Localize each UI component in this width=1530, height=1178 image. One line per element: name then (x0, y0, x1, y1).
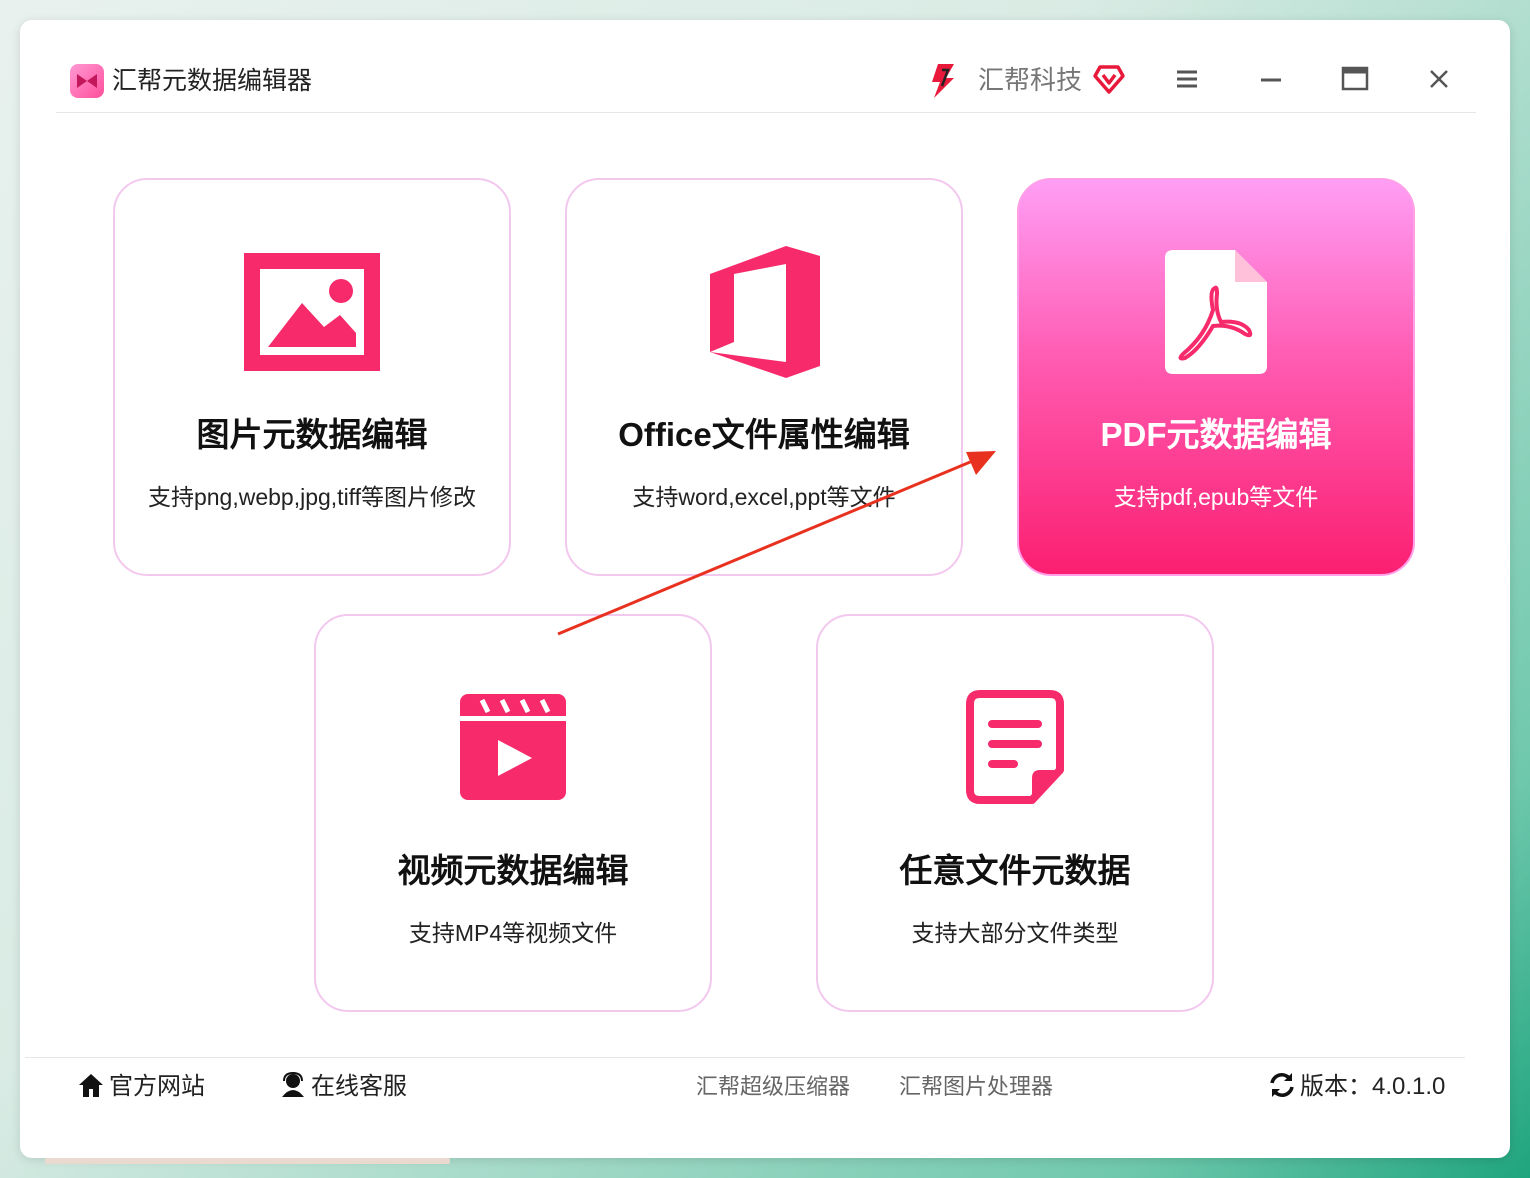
home-icon (79, 1074, 103, 1097)
image-processor-link[interactable]: 汇帮图片处理器 (899, 1070, 1053, 1104)
refresh-icon (1270, 1073, 1294, 1097)
super-compressor-link[interactable]: 汇帮超级压缩器 (696, 1070, 850, 1104)
card-subtitle: 支持word,excel,ppt等文件 (632, 484, 896, 510)
official-website-link[interactable]: 官方网站 (77, 1070, 205, 1104)
video-icon (460, 694, 566, 800)
close-icon (1430, 70, 1448, 88)
image-icon (244, 253, 380, 371)
card-subtitle: 支持大部分文件类型 (911, 920, 1119, 946)
maximize-icon (1341, 66, 1369, 91)
brand-name: 汇帮科技 (978, 65, 1083, 95)
card-title: PDF元数据编辑 (1100, 416, 1332, 453)
maximize-button[interactable] (1340, 64, 1370, 94)
footer-bar: 官方网站 在线客服 汇帮超级压缩器 汇帮图片处理器 版本：4.0.1.0 (25, 1057, 1465, 1116)
document-icon (966, 690, 1064, 804)
support-label: 在线客服 (311, 1073, 407, 1100)
card-title: 视频元数据编辑 (397, 852, 629, 889)
card-subtitle: 支持png,webp,jpg,tiff等图片修改 (147, 484, 477, 510)
close-button[interactable] (1424, 64, 1454, 94)
app-title: 汇帮元数据编辑器 (112, 67, 313, 95)
card-title: 任意文件元数据 (899, 852, 1131, 889)
card-pdf-metadata[interactable]: PDF元数据编辑 支持pdf,epub等文件 (1017, 178, 1415, 576)
card-title: Office文件属性编辑 (618, 416, 910, 453)
card-subtitle: 支持pdf,epub等文件 (1113, 484, 1319, 510)
minimize-button[interactable] (1256, 64, 1286, 94)
pdf-icon (1165, 250, 1267, 374)
card-image-metadata[interactable]: 图片元数据编辑 支持png,webp,jpg,tiff等图片修改 (113, 178, 511, 576)
card-title: 图片元数据编辑 (196, 416, 428, 453)
menu-icon (1177, 70, 1197, 88)
title-bar: 汇帮元数据编辑器 汇帮科技 (56, 20, 1476, 113)
minimize-icon (1261, 78, 1281, 82)
online-support-link[interactable]: 在线客服 (279, 1070, 407, 1104)
bottom-stripe (45, 1158, 450, 1164)
card-any-file-metadata[interactable]: 任意文件元数据 支持大部分文件类型 (816, 614, 1214, 1012)
card-subtitle: 支持MP4等视频文件 (408, 920, 618, 946)
menu-button[interactable] (1172, 64, 1202, 94)
card-video-metadata[interactable]: 视频元数据编辑 支持MP4等视频文件 (314, 614, 712, 1012)
brand-logo-icon (932, 64, 954, 98)
website-label: 官方网站 (109, 1073, 205, 1100)
version-info[interactable]: 版本：4.0.1.0 (1268, 1070, 1445, 1104)
support-icon (282, 1071, 304, 1097)
card-office-properties[interactable]: Office文件属性编辑 支持word,excel,ppt等文件 (565, 178, 963, 576)
version-label: 版本：4.0.1.0 (1300, 1073, 1446, 1100)
vip-heart-icon[interactable] (1092, 62, 1126, 96)
office-icon (710, 246, 820, 378)
app-logo-icon (70, 64, 104, 98)
